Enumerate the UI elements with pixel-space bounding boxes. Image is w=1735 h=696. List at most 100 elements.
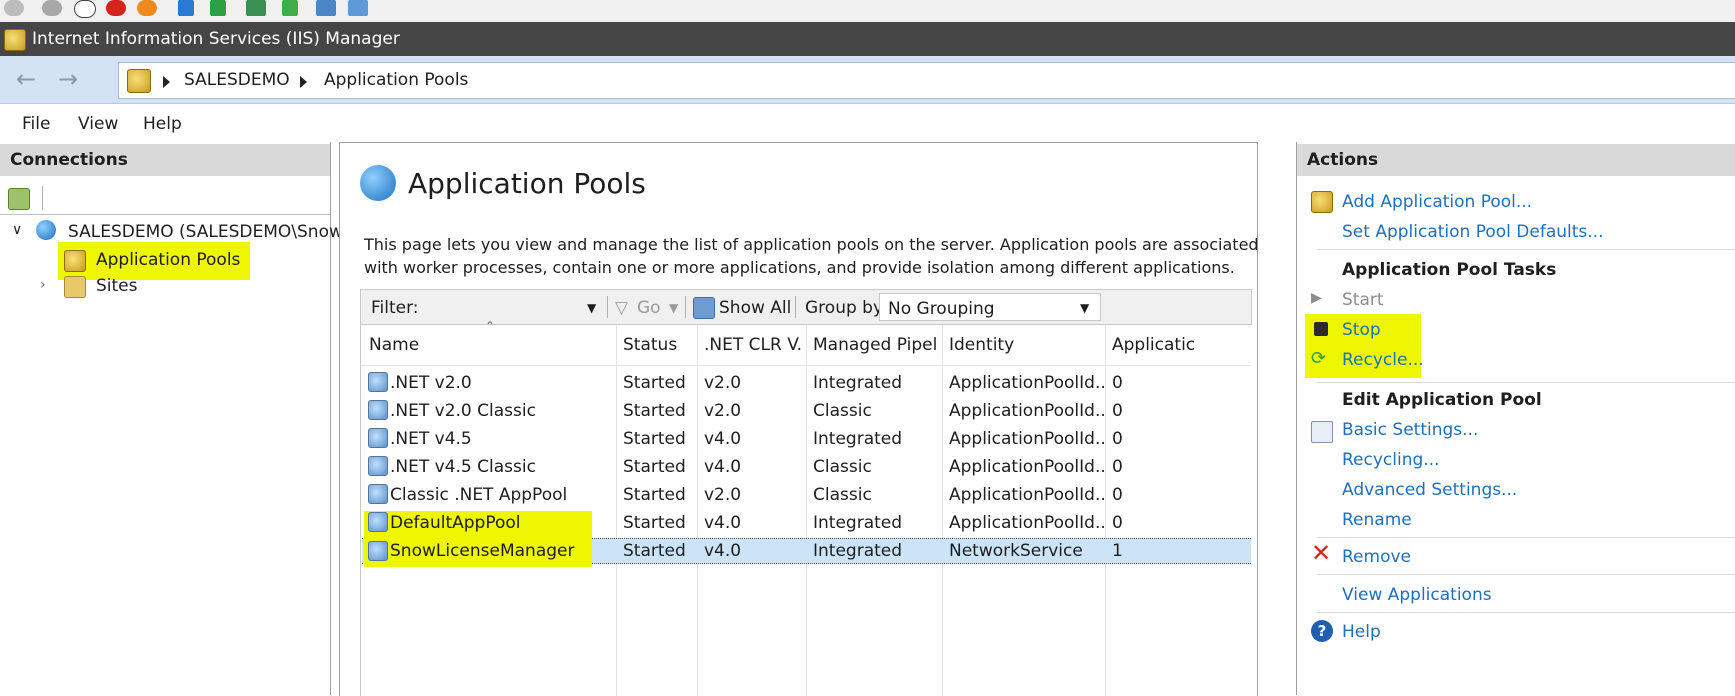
app-pool-icon [368, 484, 388, 504]
menu-help[interactable]: Help [143, 114, 182, 134]
cell-clr: v4.0 [704, 513, 742, 533]
connections-panel: Connections ∨ SALESDEMO (SALESDEMO\Snow … [0, 142, 343, 695]
collapse-chevron-icon[interactable]: › [40, 277, 46, 293]
cell-applications: 0 [1112, 457, 1123, 477]
cell-name: DefaultAppPool [390, 513, 521, 533]
breadcrumb-server[interactable]: SALESDEMO [184, 70, 290, 90]
share-icon[interactable] [348, 0, 368, 16]
pause-icon[interactable] [178, 0, 194, 16]
power-off-icon[interactable] [106, 0, 126, 16]
action-view-applications[interactable]: View Applications [1342, 585, 1492, 605]
action-set-defaults[interactable]: Set Application Pool Defaults... [1342, 222, 1603, 242]
stop-icon[interactable] [74, 0, 96, 18]
revert-icon[interactable] [282, 0, 298, 16]
app-pool-icon [368, 428, 388, 448]
action-basic-settings[interactable]: Basic Settings... [1342, 420, 1478, 440]
column-header-clr[interactable]: .NET CLR V... [704, 335, 802, 355]
table-row[interactable]: .NET v2.0 Classic Started v2.0 Classic A… [362, 397, 1251, 425]
table-row[interactable]: .NET v4.5 Classic Started v4.0 Classic A… [362, 453, 1251, 481]
recycle-icon: ⟳ [1311, 348, 1327, 369]
cell-pipeline: Classic [813, 457, 872, 477]
column-header-name[interactable]: Name [369, 335, 609, 355]
filter-label: Filter: [371, 298, 419, 318]
cell-applications: 1 [1112, 541, 1123, 561]
snapshot-icon[interactable] [246, 0, 266, 16]
breadcrumb-separator-icon [163, 76, 170, 88]
cell-identity: ApplicationPoolId... [949, 401, 1104, 421]
cell-applications: 0 [1112, 401, 1123, 421]
tree-sites[interactable]: Sites [96, 276, 138, 296]
window-title: Internet Information Services (IIS) Mana… [32, 29, 400, 49]
cell-clr: v4.0 [704, 457, 742, 477]
action-start[interactable]: Start [1342, 290, 1384, 310]
go-dropdown-icon[interactable]: ▼ [669, 301, 678, 315]
go-icon: ▽ [615, 298, 629, 318]
action-stop[interactable]: Stop [1342, 320, 1381, 340]
breadcrumb[interactable]: SALESDEMO Application Pools [118, 62, 1735, 99]
power-icon[interactable] [42, 0, 62, 16]
cell-applications: 0 [1112, 429, 1123, 449]
group-by-select[interactable]: No Grouping ▼ [879, 293, 1101, 321]
play-icon[interactable] [210, 0, 226, 16]
remove-icon: ✕ [1311, 539, 1332, 567]
cell-applications: 0 [1112, 513, 1123, 533]
sort-ascending-icon: ⌃ [485, 319, 496, 333]
column-header-pipeline[interactable]: Managed Pipel... [813, 335, 939, 355]
iis-app-icon [4, 29, 26, 51]
column-header-identity[interactable]: Identity [949, 335, 1099, 355]
app-pool-icon [368, 400, 388, 420]
cell-pipeline: Integrated [813, 429, 903, 449]
cell-identity: ApplicationPoolId... [949, 485, 1104, 505]
app-pool-icon [368, 512, 388, 532]
restart-icon[interactable] [137, 0, 157, 16]
breadcrumb-separator-icon [300, 76, 307, 88]
breadcrumb-app-pools[interactable]: Application Pools [324, 70, 468, 90]
table-row[interactable]: .NET v4.5 Started v4.0 Integrated Applic… [362, 425, 1251, 453]
menu-file[interactable]: File [22, 114, 50, 134]
column-header-applications[interactable]: Applicatic [1112, 335, 1248, 355]
action-rename[interactable]: Rename [1342, 510, 1412, 530]
action-recycling[interactable]: Recycling... [1342, 450, 1439, 470]
title-bar: Internet Information Services (IIS) Mana… [0, 22, 1735, 56]
cell-pipeline: Classic [813, 401, 872, 421]
cloud-icon[interactable] [4, 0, 24, 16]
forward-arrow-icon[interactable]: → [52, 65, 84, 93]
group-by-label: Group by: [805, 298, 888, 318]
basic-settings-icon [1311, 421, 1333, 443]
tree-application-pools[interactable]: Application Pools [96, 250, 240, 270]
cell-clr: v2.0 [704, 485, 742, 505]
show-all-button[interactable]: Show All [719, 298, 791, 318]
filter-dropdown-icon[interactable]: ▼ [587, 301, 596, 315]
action-add-application-pool[interactable]: Add Application Pool... [1342, 192, 1532, 212]
go-button[interactable]: Go [637, 298, 661, 318]
create-connection-icon[interactable] [8, 188, 30, 210]
cell-identity: NetworkService [949, 541, 1083, 561]
application-pools-large-icon [360, 165, 396, 201]
action-remove[interactable]: Remove [1342, 547, 1411, 567]
section-edit-app-pool: Edit Application Pool [1342, 390, 1542, 410]
table-row-selected[interactable]: SnowLicenseManager Started v4.0 Integrat… [362, 533, 1251, 567]
menu-view[interactable]: View [78, 114, 118, 134]
iis-server-icon [127, 69, 151, 93]
cell-clr: v4.0 [704, 541, 742, 561]
cell-identity: ApplicationPoolId... [949, 513, 1104, 533]
column-header-status[interactable]: Status [623, 335, 693, 355]
action-recycle[interactable]: Recycle... [1342, 350, 1424, 370]
divider [0, 214, 330, 215]
show-all-icon [693, 297, 715, 319]
cell-status: Started [623, 429, 686, 449]
filter-input[interactable] [423, 293, 587, 321]
add-pool-icon [1311, 191, 1333, 213]
action-help[interactable]: Help [1342, 622, 1381, 642]
action-advanced-settings[interactable]: Advanced Settings... [1342, 480, 1517, 500]
tree-server[interactable]: SALESDEMO (SALESDEMO\Snow [68, 222, 343, 242]
expand-chevron-icon[interactable]: ∨ [12, 222, 22, 238]
cell-status: Started [623, 485, 686, 505]
help-icon: ? [1311, 620, 1333, 642]
table-row[interactable]: Classic .NET AppPool Started v2.0 Classi… [362, 481, 1251, 509]
cell-name: SnowLicenseManager [390, 541, 575, 561]
table-row[interactable]: .NET v2.0 Started v2.0 Integrated Applic… [362, 369, 1251, 397]
page-title: Application Pools [408, 167, 646, 200]
back-arrow-icon[interactable]: ← [10, 65, 42, 93]
computer-icon[interactable] [316, 0, 336, 16]
